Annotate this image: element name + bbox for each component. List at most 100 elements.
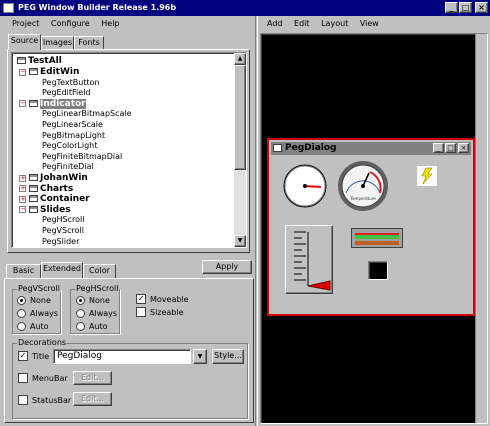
minimize-button[interactable]: _ [445,2,458,13]
sizeable-checkbox[interactable]: Sizeable [136,307,196,318]
hscroll-option-always[interactable]: Always [76,309,117,319]
tree-item[interactable]: JohanWin [29,173,88,183]
tree-item[interactable]: PegLinearScale [42,120,103,130]
tab-images[interactable]: Images [41,36,74,50]
app-icon [3,3,14,13]
tab-color[interactable]: Color [83,264,116,278]
apply-button[interactable]: Apply [202,260,252,274]
tree-item[interactable]: PegTextButton [42,78,100,88]
statusbar-checkbox[interactable]: StatusBar [18,395,72,406]
menu-view[interactable]: View [360,19,379,28]
folder-icon [29,195,38,203]
dialog-preview[interactable]: PegDialog _ □ × Temperature [267,138,475,316]
bitmap-scale-bar [355,233,399,239]
lightning-icon [421,167,433,185]
menu-help[interactable]: Help [101,19,119,28]
dialog-icon [273,144,282,152]
bitmap-light-widget[interactable] [417,166,437,186]
check-box [136,307,146,317]
bitmap-scale-base [355,241,399,245]
radio-indicator [17,296,26,305]
menu-configure[interactable]: Configure [51,19,90,28]
tree-expander-icon[interactable]: − [19,100,26,108]
project-icon [17,57,26,64]
check-box [18,373,28,383]
scroll-up-button[interactable]: ▲ [234,53,246,65]
tree-item[interactable]: PegFiniteDial [42,162,94,172]
scale-ticks [294,231,331,291]
menu-project[interactable]: Project [12,19,39,28]
tab-source[interactable]: Source [8,34,41,50]
menubar-checkbox[interactable]: MenuBar [18,373,72,384]
bitmap-dial-widget[interactable] [337,160,389,212]
menubar-edit-button[interactable]: Edit... [73,371,112,385]
tree-item[interactable]: PegColorLight [42,141,97,151]
scroll-thumb[interactable] [234,65,246,170]
canvas-scrollbar[interactable] [475,34,487,423]
tree-item[interactable]: EditWin [29,67,79,77]
tree-item[interactable]: Slides [29,205,71,215]
hscroll-option-auto[interactable]: Auto [76,322,116,332]
window-titlebar: PEG Window Builder Release 1.96b [0,0,490,16]
menu-add[interactable]: Add [267,19,283,28]
tree-expander-icon[interactable]: + [19,195,26,203]
folder-icon [29,68,38,75]
radio-indicator [17,322,26,331]
tab-basic[interactable]: Basic [6,264,41,278]
radio-indicator [76,322,85,331]
dialog-minimize-button[interactable]: _ [433,143,444,153]
tree-expander-icon[interactable]: + [19,174,26,182]
statusbar-edit-button[interactable]: Edit... [73,392,112,406]
title-checkbox[interactable]: ✓ Title [18,351,52,362]
vscroll-option-auto[interactable]: Auto [17,322,57,332]
tree-item[interactable]: PegSlider [42,237,79,247]
tree-item[interactable]: PegBitmapLight [42,131,105,141]
window-title: PEG Window Builder Release 1.96b [18,3,177,12]
tree-item[interactable]: PegLinearBitmapScale [42,109,132,119]
radio-indicator [76,309,85,318]
linear-bitmap-scale-widget[interactable] [351,228,403,248]
dialog-maximize-button[interactable]: □ [445,143,456,153]
tree-expander-icon[interactable]: − [19,206,26,214]
tree-item[interactable]: Charts [29,184,73,194]
folder-icon [29,205,38,213]
left-menubar: Project Configure Help [12,19,129,29]
hscroll-option-none[interactable]: None [76,296,116,306]
vscroll-option-always[interactable]: Always [17,309,58,319]
dialog-close-button[interactable]: × [458,143,469,153]
menu-edit[interactable]: Edit [294,19,310,28]
project-tree[interactable]: TestAll EditWin − PegTextButton PegEditFiel… [11,52,247,248]
tree-expander-icon[interactable]: + [19,185,26,193]
vscroll-option-none[interactable]: None [17,296,57,306]
maximize-button[interactable]: □ [459,2,472,13]
tab-fonts[interactable]: Fonts [74,36,104,50]
style-button[interactable]: Style... [212,349,244,364]
close-button[interactable]: × [475,2,488,13]
scroll-down-button[interactable]: ▼ [234,235,246,247]
pane-divider[interactable] [255,16,258,426]
tree-item[interactable]: PegFiniteBitmapDial [42,152,122,162]
menu-layout[interactable]: Layout [321,19,348,28]
tree-item[interactable]: Indicator [29,98,86,109]
decorations-group-title: Decorations [17,338,68,347]
color-light-widget[interactable] [368,261,388,280]
title-dropdown-button[interactable]: ▼ [193,349,207,364]
tree-item[interactable]: PegEditField [42,88,91,98]
title-input[interactable]: PegDialog [53,349,191,364]
linear-scale-widget[interactable] [285,225,333,294]
tree-item[interactable]: PegVScroll [42,226,84,236]
folder-icon [29,99,38,107]
tab-extended[interactable]: Extended [41,262,83,278]
finite-dial-widget[interactable] [281,162,329,210]
hscroll-group-title: PegHScroll [75,284,120,293]
radio-indicator [17,309,26,318]
tree-root[interactable]: TestAll [17,56,62,67]
tree-expander-icon[interactable]: − [19,68,26,76]
check-box: ✓ [18,351,28,361]
folder-icon [29,184,38,192]
moveable-checkbox[interactable]: ✓ Moveable [136,294,196,305]
tree-item[interactable]: PegHScroll [42,215,84,225]
radio-indicator [76,296,85,305]
tree-item[interactable]: Container [29,194,90,204]
dial-caption: Temperature [350,196,376,201]
